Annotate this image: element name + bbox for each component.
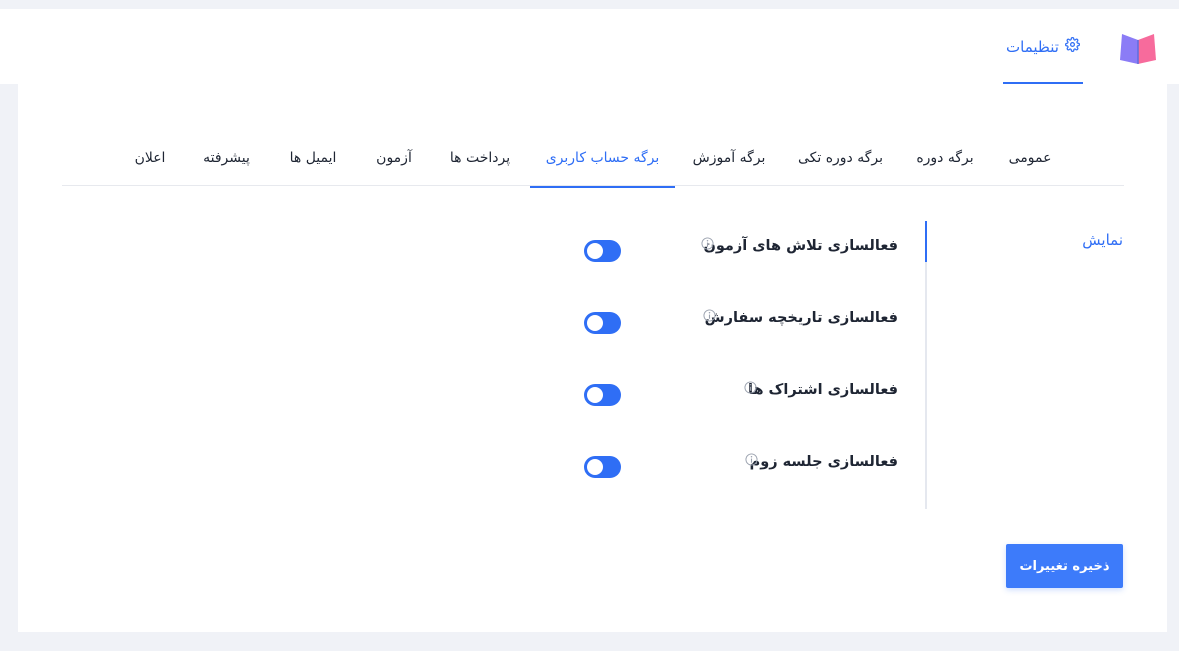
option-label: فعالسازی اشتراک ها <box>748 382 898 398</box>
info-icon[interactable] <box>701 235 714 250</box>
option-row-subscriptions: فعالسازی اشتراک ها <box>578 379 898 409</box>
subscriptions-toggle[interactable] <box>584 384 621 406</box>
toggle-knob <box>587 315 603 331</box>
tab-user-account-page[interactable]: برگه حساب کاربری <box>530 129 675 188</box>
tab-payments[interactable]: پرداخت ها <box>446 129 514 186</box>
settings-card: عمومی برگه دوره برگه دوره تکی برگه آموزش… <box>18 84 1167 632</box>
info-icon[interactable] <box>745 451 758 466</box>
settings-tab-label: تنظیمات <box>1006 37 1059 56</box>
tab-notifications[interactable]: اعلان <box>132 129 168 186</box>
info-icon[interactable] <box>703 307 716 322</box>
settings-tabs: عمومی برگه دوره برگه دوره تکی برگه آموزش… <box>62 129 1124 188</box>
tab-single-course-page[interactable]: برگه دوره تکی <box>798 129 883 186</box>
toggle-knob <box>587 387 603 403</box>
info-icon[interactable] <box>744 379 757 394</box>
tab-advanced[interactable]: پیشرفته <box>200 129 253 186</box>
toggle-knob <box>587 243 603 259</box>
settings-tab[interactable]: تنظیمات <box>1003 9 1083 84</box>
tab-quiz[interactable]: آزمون <box>375 129 413 186</box>
tab-lesson-page[interactable]: برگه آموزش <box>693 129 766 186</box>
option-label: فعالسازی تلاش های آزمون <box>703 238 898 254</box>
tab-general[interactable]: عمومی <box>1007 129 1053 186</box>
quiz-attempts-toggle[interactable] <box>584 240 621 262</box>
option-label: فعالسازی جلسه زوم <box>749 454 898 470</box>
option-label: فعالسازی تاریخچه سفارش <box>704 310 898 326</box>
section-divider <box>925 221 927 509</box>
section-active-indicator <box>925 221 927 262</box>
book-icon[interactable] <box>1118 32 1158 64</box>
save-changes-button[interactable]: ذخیره تغییرات <box>1006 544 1123 588</box>
option-row-quiz-attempts: فعالسازی تلاش های آزمون <box>578 235 898 265</box>
zoom-meeting-toggle[interactable] <box>584 456 621 478</box>
order-history-toggle[interactable] <box>584 312 621 334</box>
option-row-zoom-meeting: فعالسازی جلسه زوم <box>578 451 898 481</box>
tab-emails[interactable]: ایمیل ها <box>285 129 341 186</box>
gear-icon <box>1065 37 1080 56</box>
tab-course-page[interactable]: برگه دوره <box>916 129 973 186</box>
section-display-label[interactable]: نمایش <box>1082 231 1123 249</box>
toggle-knob <box>587 459 603 475</box>
option-row-order-history: فعالسازی تاریخچه سفارش <box>578 307 898 337</box>
top-bar: تنظیمات <box>0 9 1179 84</box>
